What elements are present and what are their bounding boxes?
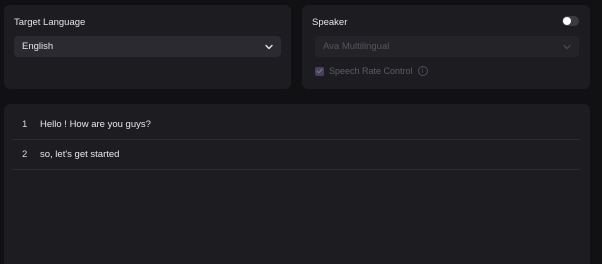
row-text: so, let's get started [40,149,120,160]
speaker-voice-select[interactable]: Ava Multilingual [315,36,579,57]
chevron-down-icon [563,43,571,51]
info-icon[interactable]: i [417,66,428,76]
table-row[interactable]: 1 Hello ! How are you guys? [12,110,580,140]
speaker-label: Speaker [312,17,348,28]
speaker-panel: Speaker Ava Multilingual Speech Rate Con… [302,5,590,89]
toggle-knob [563,17,571,25]
row-index: 1 [22,119,28,130]
speaker-voice-value: Ava Multilingual [323,41,390,52]
speech-rate-label: Speech Rate Control [329,66,413,76]
row-index: 2 [22,149,28,160]
table-row[interactable]: 2 so, let's get started [12,140,580,170]
speech-rate-control: Speech Rate Control i [315,66,428,76]
row-text: Hello ! How are you guys? [40,119,151,130]
transcript-panel: 1 Hello ! How are you guys? 2 so, let's … [4,104,590,264]
target-language-label: Target Language [14,17,86,28]
target-language-panel: Target Language English [4,5,291,89]
target-language-select[interactable]: English [14,36,281,57]
speaker-toggle[interactable] [562,16,579,26]
speech-rate-checkbox[interactable] [315,66,324,76]
chevron-down-icon [265,43,273,51]
target-language-value: English [22,41,54,52]
